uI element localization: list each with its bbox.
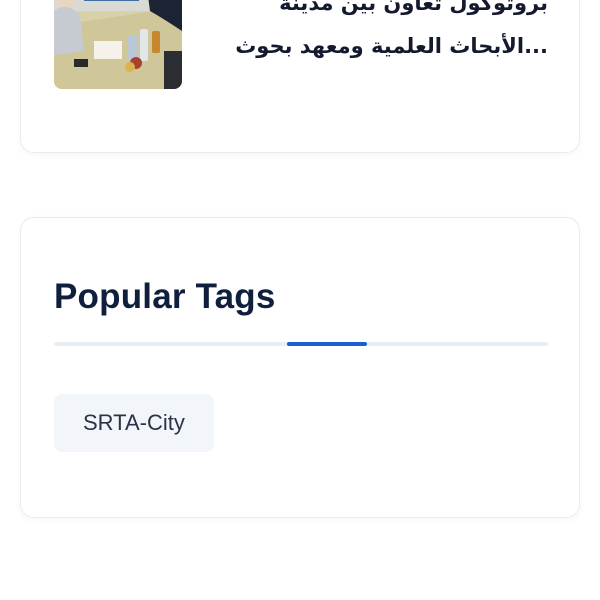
title-divider-accent [287, 342, 367, 346]
widget-title: Popular Tags [54, 277, 276, 316]
meeting-photo-image [54, 0, 182, 89]
tag-chip-srta-city[interactable]: SRTA-City [54, 394, 214, 452]
recent-post-item[interactable]: بروتوكول تعاون بين مدينة ...الأبحاث العل… [54, 0, 548, 89]
tag-list: SRTA-City [54, 394, 214, 452]
post-title-line-2: ...الأبحاث العلمية ومعهد بحوث [235, 34, 548, 58]
title-divider [54, 342, 548, 346]
post-thumbnail[interactable] [54, 0, 182, 89]
post-title-line-1: بروتوكول تعاون بين مدينة [279, 0, 548, 15]
recent-posts-card: بروتوكول تعاون بين مدينة ...الأبحاث العل… [20, 0, 580, 153]
popular-tags-card: Popular Tags SRTA-City [20, 217, 580, 518]
